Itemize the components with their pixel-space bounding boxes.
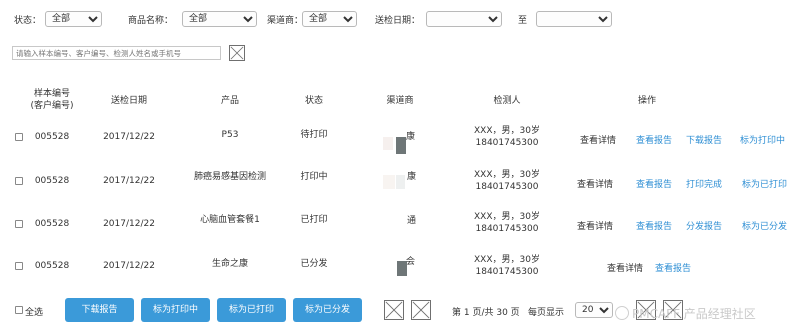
row-person: XXX，男，30岁	[474, 170, 540, 180]
row-sample-id: 005528	[34, 219, 70, 229]
watermark-text: PMCAFF 产品经理社区	[632, 307, 756, 321]
row-product: 心脑血管套餐1	[200, 215, 260, 225]
mark-distributed-button[interactable]: 标为已分发	[293, 298, 362, 322]
channel-redacted-block	[383, 175, 395, 189]
watermark-logo-icon	[615, 306, 629, 320]
channel-redacted-block	[383, 137, 393, 150]
row-phone: 18401745300	[475, 138, 539, 148]
row-sample-id: 005528	[34, 176, 70, 186]
prev-page-button[interactable]	[384, 300, 404, 320]
view-details-action[interactable]: 查看详情	[577, 219, 613, 232]
status-filter-select[interactable]: 全部	[45, 11, 102, 27]
channel-redacted-block	[396, 175, 405, 189]
row-date: 2017/12/22	[103, 176, 155, 186]
row-person: XXX，男，30岁	[474, 126, 540, 136]
mark-printing-button[interactable]: 标为打印中	[141, 298, 210, 322]
row-product: P53	[221, 130, 239, 140]
download-report-link[interactable]: 下载报告	[686, 133, 722, 146]
view-report-link[interactable]: 查看报告	[636, 133, 672, 146]
header-person: 检测人	[493, 96, 521, 106]
row-checkbox[interactable]	[15, 262, 23, 270]
row-checkbox[interactable]	[15, 177, 23, 185]
channel-filter-label: 渠道商：	[267, 16, 304, 26]
per-page-select[interactable]: 20	[575, 302, 613, 318]
row-channel: 康	[406, 132, 416, 142]
row-date: 2017/12/22	[103, 132, 155, 142]
search-image-placeholder[interactable]	[229, 45, 245, 61]
row-product: 生命之康	[211, 259, 248, 269]
mark-distributed-link[interactable]: 标为已分发	[742, 219, 787, 232]
header-date: 送检日期	[110, 96, 147, 106]
row-channel: 会	[406, 257, 416, 267]
date-to-select[interactable]	[536, 11, 612, 27]
distribute-report-link[interactable]: 分发报告	[686, 219, 722, 232]
row-date: 2017/12/22	[103, 261, 155, 271]
print-complete-link[interactable]: 打印完成	[686, 177, 722, 190]
row-status: 已分发	[300, 259, 328, 269]
row-checkbox[interactable]	[15, 133, 23, 141]
row-product: 肺癌易感基因检测	[193, 172, 266, 182]
row-status: 打印中	[300, 172, 328, 182]
product-filter-select[interactable]: 全部	[182, 11, 257, 27]
row-sample-id: 005528	[34, 132, 70, 142]
view-report-link[interactable]: 查看报告	[636, 219, 672, 232]
view-details-action[interactable]: 查看详情	[580, 133, 616, 146]
product-filter-label: 商品名称：	[128, 16, 174, 26]
channel-redacted-block	[396, 137, 406, 154]
row-status: 待打印	[300, 130, 328, 140]
mark-printed-button[interactable]: 标为已打印	[217, 298, 286, 322]
row-status: 已打印	[300, 215, 328, 225]
image-placeholder-icon	[412, 301, 430, 319]
row-checkbox[interactable]	[15, 220, 23, 228]
select-all-checkbox[interactable]	[15, 306, 23, 314]
header-status: 状态	[304, 96, 323, 106]
row-channel: 通	[407, 216, 417, 226]
row-phone: 18401745300	[475, 267, 539, 277]
next-page-button[interactable]	[411, 300, 431, 320]
mark-printing-link[interactable]: 标为打印中	[740, 133, 785, 146]
image-placeholder-icon	[230, 46, 244, 60]
channel-filter-select[interactable]: 全部	[302, 11, 357, 27]
header-channel: 渠道商	[386, 96, 414, 106]
row-phone: 18401745300	[475, 224, 539, 234]
header-sample-id-line2: (客户编号)	[30, 101, 74, 111]
header-product: 产品	[220, 96, 239, 106]
header-sample-id-line1: 样本编号	[33, 89, 70, 99]
header-sample-id: 样本编号 (客户编号)	[28, 88, 76, 112]
view-report-link[interactable]: 查看报告	[636, 177, 672, 190]
select-all-label: 全选	[25, 308, 44, 318]
date-filter-label: 送检日期：	[375, 16, 421, 26]
view-details-action[interactable]: 查看详情	[607, 261, 643, 274]
view-report-link[interactable]: 查看报告	[655, 261, 691, 274]
per-page-label: 每页显示	[528, 308, 565, 318]
image-placeholder-icon	[385, 301, 403, 319]
date-from-select[interactable]	[426, 11, 502, 27]
row-sample-id: 005528	[34, 261, 70, 271]
row-date: 2017/12/22	[103, 219, 155, 229]
page-info: 第 1 页/共 30 页	[452, 308, 520, 318]
header-operations: 操作	[637, 96, 656, 106]
row-person: XXX，男，30岁	[474, 212, 540, 222]
date-range-separator: 至	[518, 16, 528, 26]
status-filter-label: 状态：	[14, 16, 42, 26]
mark-printed-link[interactable]: 标为已打印	[742, 177, 787, 190]
row-channel: 康	[407, 172, 417, 182]
search-input[interactable]	[12, 46, 221, 60]
download-report-button[interactable]: 下载报告	[65, 298, 134, 322]
row-person: XXX，男，30岁	[474, 255, 540, 265]
view-details-action[interactable]: 查看详情	[577, 177, 613, 190]
row-phone: 18401745300	[475, 182, 539, 192]
